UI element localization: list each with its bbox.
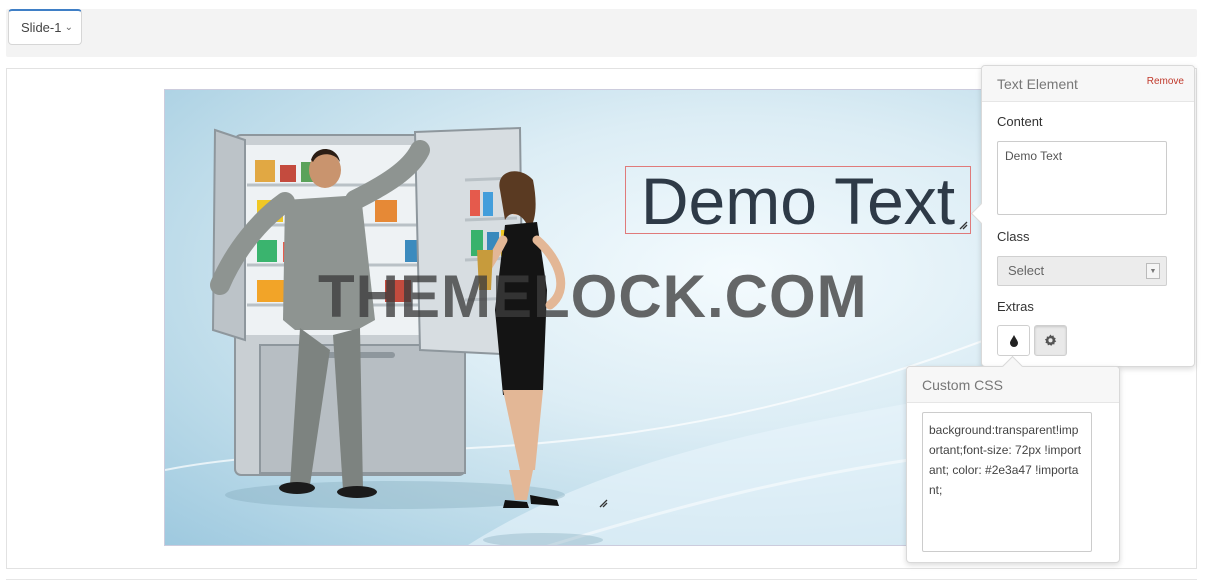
content-label: Content bbox=[997, 114, 1043, 129]
watermark-text: THEMELOCK.COM bbox=[318, 263, 868, 330]
panel-title: Text Element bbox=[997, 76, 1078, 92]
chevron-down-icon: ⌄ bbox=[64, 22, 73, 33]
css-panel-title: Custom CSS bbox=[922, 377, 1003, 393]
remove-link[interactable]: Remove bbox=[1147, 76, 1184, 87]
slide-selector-value: Slide-1 bbox=[21, 20, 62, 35]
top-toolbar: Slide-1 ⌄ bbox=[6, 9, 1197, 57]
dropdown-arrow-icon: ▼ bbox=[1146, 263, 1160, 279]
content-textarea[interactable]: Demo Text bbox=[997, 141, 1167, 215]
slide-text-element[interactable]: Demo Text bbox=[625, 166, 971, 235]
extras-label: Extras bbox=[997, 299, 1034, 314]
drop-icon bbox=[1009, 335, 1018, 347]
panel-header: Text Element Remove bbox=[982, 66, 1194, 102]
color-drop-button[interactable] bbox=[997, 325, 1030, 356]
class-select[interactable]: Select ▼ bbox=[997, 256, 1167, 286]
class-label: Class bbox=[997, 229, 1030, 244]
custom-css-panel: Custom CSS background:transparent!import… bbox=[906, 355, 1120, 563]
settings-button[interactable] bbox=[1034, 325, 1067, 356]
text-element-panel: Text Element Remove Content Demo Text Cl… bbox=[970, 65, 1195, 367]
custom-css-textarea[interactable]: background:transparent!important;font-si… bbox=[922, 412, 1092, 552]
resize-handle-icon[interactable] bbox=[958, 220, 968, 230]
resize-handle-icon[interactable] bbox=[598, 498, 608, 508]
bottom-divider bbox=[6, 579, 1197, 580]
css-panel-header: Custom CSS bbox=[907, 367, 1119, 403]
gear-icon bbox=[1044, 334, 1057, 346]
slide-selector[interactable]: Slide-1 ⌄ bbox=[8, 9, 82, 45]
class-select-value: Select bbox=[1008, 263, 1045, 278]
